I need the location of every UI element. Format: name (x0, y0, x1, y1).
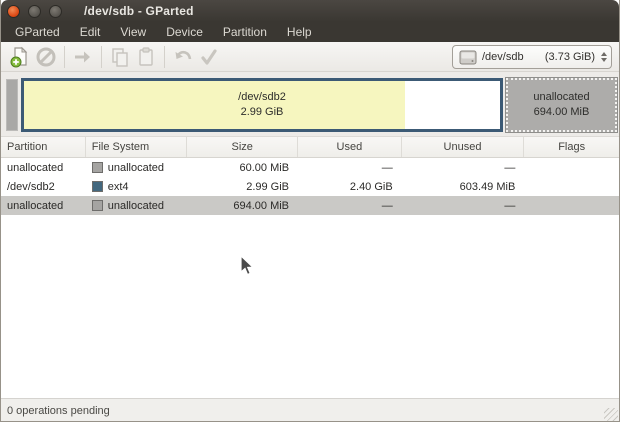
paste-icon (139, 46, 153, 66)
cell-size: 694.00 MiB (233, 199, 290, 212)
cell-filesystem: ext4 (86, 177, 188, 196)
close-button[interactable] (7, 5, 20, 18)
cell-used: — (381, 199, 393, 212)
resize-move-button[interactable] (70, 44, 96, 70)
cell-filesystem: unallocated (86, 158, 188, 177)
copy-icon (112, 47, 128, 67)
undo-button[interactable] (170, 44, 196, 70)
paste-button[interactable] (133, 44, 159, 70)
filesystem-color-swatch (91, 162, 103, 173)
mouse-cursor-icon (240, 255, 255, 276)
table-row-selected[interactable]: unallocated unallocated 694.00 MiB — — (1, 196, 619, 215)
maximize-button[interactable] (49, 5, 62, 18)
hard-drive-icon (459, 50, 477, 64)
cell-unused: — (504, 199, 516, 212)
device-selector-spinner-icon[interactable] (601, 52, 607, 62)
device-name: /dev/sdb (482, 51, 524, 63)
graphic-unallocated-size: 694.00 MiB (533, 106, 590, 118)
filesystem-label: ext4 (107, 180, 129, 193)
copy-button[interactable] (107, 44, 133, 70)
graphic-unallocated-selected[interactable]: unallocated 694.00 MiB (506, 78, 617, 132)
statusbar: 0 operations pending (1, 398, 619, 421)
filesystem-color-swatch (91, 181, 103, 192)
minimize-button[interactable] (28, 5, 41, 18)
apply-button[interactable] (196, 44, 222, 70)
column-header-unused[interactable]: Unused (402, 137, 525, 157)
delete-partition-button[interactable] (33, 44, 59, 70)
filesystem-label: unallocated (107, 161, 164, 174)
undo-icon (175, 50, 192, 59)
menu-help[interactable]: Help (277, 23, 322, 41)
new-partition-icon (10, 46, 28, 67)
column-header-size[interactable]: Size (187, 137, 299, 157)
resize-move-icon (75, 51, 90, 62)
toolbar-separator (164, 45, 165, 68)
cell-filesystem: unallocated (86, 196, 188, 215)
delete-icon (36, 47, 56, 66)
device-size: (3.73 GiB) (544, 51, 595, 63)
column-header-used[interactable]: Used (298, 137, 402, 157)
toolbar: /dev/sdb (3.73 GiB) (1, 42, 619, 72)
cell-unused: 603.49 MiB (459, 180, 516, 193)
cell-partition: unallocated (7, 161, 64, 174)
cell-partition: unallocated (7, 199, 64, 212)
resize-grip[interactable] (604, 408, 618, 421)
apply-icon (201, 48, 217, 65)
menu-device[interactable]: Device (156, 23, 213, 41)
new-partition-button[interactable] (7, 44, 33, 70)
cell-size: 60.00 MiB (239, 161, 290, 174)
operations-pending-status: 0 operations pending (7, 405, 110, 417)
cell-partition: /dev/sdb2 (7, 180, 55, 193)
cell-size: 2.99 GiB (246, 180, 290, 193)
device-selector[interactable]: /dev/sdb (3.73 GiB) (452, 45, 612, 69)
menu-partition[interactable]: Partition (213, 23, 277, 41)
toolbar-separator (101, 45, 102, 68)
table-row[interactable]: unallocated unallocated 60.00 MiB — — (1, 158, 619, 177)
window-title: /dev/sdb - GParted (84, 4, 194, 18)
table-row[interactable]: /dev/sdb2 ext4 2.99 GiB 2.40 GiB 603.49 … (1, 177, 619, 196)
partition-table-body: unallocated unallocated 60.00 MiB — — /d… (1, 158, 619, 398)
cell-used: — (381, 161, 393, 174)
filesystem-label: unallocated (107, 199, 164, 212)
menu-gparted[interactable]: GParted (5, 23, 70, 41)
menu-view[interactable]: View (110, 23, 156, 41)
titlebar: /dev/sdb - GParted (1, 0, 619, 22)
graphic-unallocated-label: unallocated (533, 91, 590, 103)
column-header-partition[interactable]: Partition (1, 137, 86, 157)
cell-flags (524, 158, 619, 177)
cell-flags (524, 196, 619, 215)
graphic-partition-name: /dev/sdb2 (238, 91, 286, 103)
column-header-flags[interactable]: Flags (524, 137, 619, 157)
menubar: GParted Edit View Device Partition Help (1, 22, 619, 42)
filesystem-color-swatch (91, 200, 103, 211)
menu-edit[interactable]: Edit (70, 23, 111, 41)
column-header-filesystem[interactable]: File System (86, 137, 188, 157)
partition-graphic-panel: /dev/sdb2 2.99 GiB unallocated 694.00 Mi… (1, 72, 619, 137)
graphic-partition-sdb2[interactable]: /dev/sdb2 2.99 GiB (21, 78, 503, 132)
cell-used: 2.40 GiB (349, 180, 393, 193)
gparted-window: /dev/sdb - GParted GParted Edit View Dev… (0, 0, 620, 422)
cell-unused: — (504, 161, 516, 174)
graphic-partition-size: 2.99 GiB (240, 106, 284, 118)
toolbar-separator (64, 45, 65, 68)
graphic-unallocated-small[interactable] (6, 79, 18, 131)
cell-flags (524, 177, 619, 196)
table-header: Partition File System Size Used Unused F… (1, 137, 619, 158)
